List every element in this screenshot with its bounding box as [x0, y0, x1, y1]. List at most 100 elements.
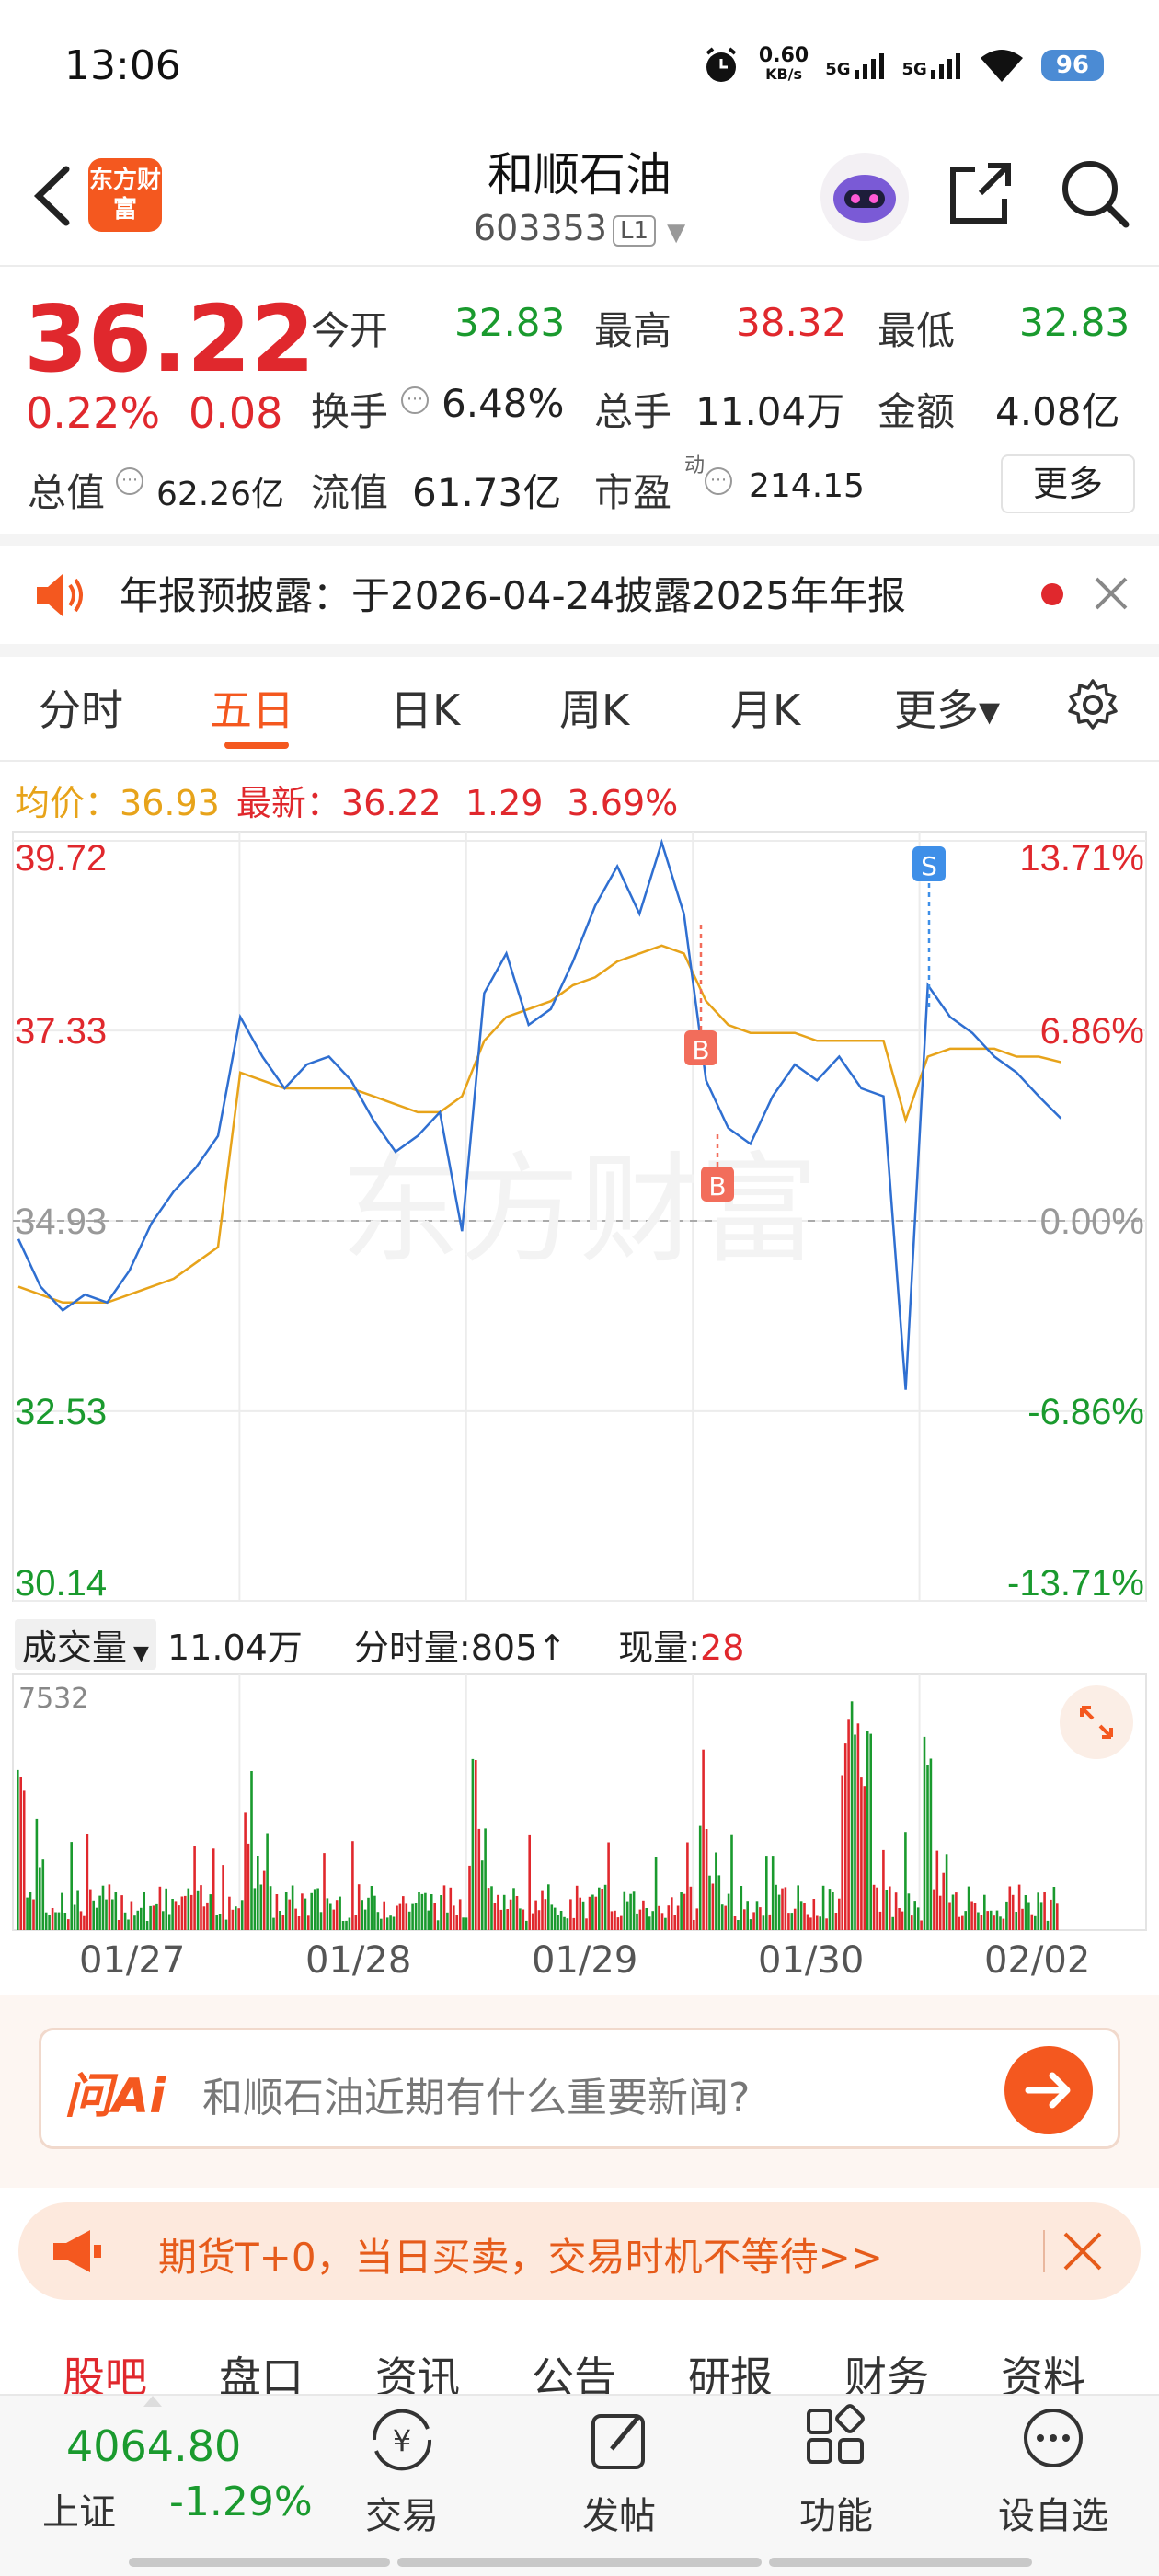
volume-bar	[335, 1900, 339, 1930]
nav-functions-label: 功能	[799, 2495, 873, 2537]
volume-bar	[117, 1920, 120, 1930]
volume-bar	[999, 1916, 1002, 1930]
volume-bar	[455, 1915, 458, 1930]
svg-text:¥: ¥	[393, 2423, 411, 2458]
volume-bar	[762, 1915, 765, 1930]
volume-bar	[638, 1909, 642, 1930]
volume-bar	[841, 1775, 843, 1930]
promo-text[interactable]: 期货T+0，当日买卖，交易时机不等待>>	[158, 2226, 883, 2283]
volume-bar	[235, 1906, 237, 1930]
volume-bar	[111, 1899, 114, 1930]
volume-bar	[1027, 1902, 1030, 1930]
mktcap-label: 总值	[28, 470, 106, 515]
tab-monthly-k[interactable]: 月K	[730, 677, 800, 738]
volume-bar	[465, 1917, 468, 1930]
volume-bar	[806, 1914, 809, 1930]
volume-bar	[933, 1889, 935, 1930]
volume-bar	[367, 1897, 370, 1930]
volume-bar	[351, 1841, 354, 1930]
volume-value: 11.04万	[695, 389, 845, 434]
volume-bar	[904, 1832, 907, 1930]
close-icon[interactable]	[1058, 2226, 1107, 2276]
info-icon[interactable]: ⋯	[116, 467, 143, 495]
volume-bar	[816, 1915, 819, 1930]
index-name[interactable]: 上证	[42, 2482, 116, 2536]
notice-text[interactable]: 年报预披露：于2026-04-24披露2025年年报	[120, 565, 906, 621]
system-nav-bar	[769, 2558, 1032, 2567]
index-change-pct[interactable]: -1.29%	[169, 2478, 313, 2525]
expand-icon[interactable]	[1060, 1685, 1133, 1759]
avg-label: 均价：	[15, 783, 120, 823]
volume-bar	[797, 1885, 799, 1930]
volume-bar	[528, 1834, 531, 1930]
arrow-right-icon[interactable]	[1004, 2046, 1093, 2134]
turnover-label: 换手	[311, 389, 389, 434]
volume-bar	[407, 1911, 411, 1930]
price-chart[interactable]: 东方财富 S B B 39.72 13.71% 37.33 6.86% 34.93 0.00%…	[0, 828, 1159, 1606]
more-button[interactable]: 更多	[1001, 454, 1135, 513]
tab-intraday[interactable]: 分时	[39, 677, 123, 738]
volume-bar	[781, 1888, 784, 1930]
volume-bar	[354, 1915, 358, 1930]
volume-bar	[380, 1918, 383, 1930]
volume-bar	[907, 1893, 911, 1930]
nav-post[interactable]: 发帖	[541, 2403, 697, 2539]
volume-bar	[257, 1856, 259, 1930]
info-icon[interactable]: ⋯	[401, 386, 429, 414]
nav-trade[interactable]: ¥ 交易	[324, 2403, 480, 2539]
share-icon[interactable]	[944, 156, 1017, 230]
ask-ai-placeholder[interactable]: 和顺石油近期有什么重要新闻?	[202, 2064, 750, 2123]
volume-bar	[224, 1919, 228, 1930]
volume-bar	[955, 1892, 958, 1930]
volume-bar	[130, 1901, 133, 1930]
volume-bar	[44, 1912, 48, 1930]
system-nav-bar	[397, 2558, 762, 2567]
volume-bar	[866, 1731, 869, 1930]
x-tick-label: 01/29	[532, 1939, 638, 1982]
alarm-icon	[706, 47, 737, 82]
volume-bar	[499, 1909, 503, 1930]
volume-bar	[689, 1886, 693, 1930]
volume-bar	[212, 1848, 215, 1930]
grid-icon	[807, 2404, 865, 2464]
volume-bar	[497, 1894, 499, 1930]
volume-bar	[341, 1921, 345, 1930]
volume-bar	[680, 1892, 683, 1930]
info-icon[interactable]: ⋯	[705, 467, 732, 495]
volume-bar	[73, 1904, 76, 1930]
volume-bar	[847, 1719, 850, 1930]
close-icon[interactable]	[1091, 570, 1131, 616]
volume-bar	[708, 1875, 711, 1930]
volume-dropdown[interactable]: 成交量 ▼	[15, 1619, 156, 1670]
volume-bar	[155, 1903, 158, 1930]
volume-chart[interactable]: 7532	[0, 1671, 1159, 1934]
volume-bar	[550, 1904, 554, 1930]
volume-bar	[411, 1903, 414, 1930]
volume-bar	[370, 1886, 373, 1930]
search-icon[interactable]	[1058, 156, 1131, 230]
gear-icon[interactable]	[1065, 677, 1120, 732]
ai-assistant-avatar[interactable]	[820, 153, 909, 241]
volume-bar	[591, 1894, 594, 1930]
nav-functions[interactable]: 功能	[758, 2403, 914, 2539]
volume-bar	[803, 1903, 806, 1930]
divider	[1043, 2230, 1045, 2272]
tab-daily-k[interactable]: 日K	[390, 677, 460, 738]
x-tick-label: 02/02	[984, 1939, 1091, 1982]
volume-bar	[1021, 1908, 1024, 1930]
index-value[interactable]: 4064.80	[66, 2421, 241, 2471]
volume-bar	[92, 1900, 95, 1930]
volume-bar	[872, 1884, 876, 1930]
volume-bar	[140, 1907, 143, 1930]
tab-more[interactable]: 更多▾	[894, 677, 1000, 738]
tab-weekly-k[interactable]: 周K	[559, 677, 629, 738]
volume-bar	[894, 1892, 898, 1930]
stock-code: 603353	[473, 208, 607, 248]
tab-five-day[interactable]: 五日	[210, 677, 294, 738]
volume-bar	[986, 1911, 989, 1930]
float-cap-value: 61.73亿	[412, 470, 562, 515]
volume-bar	[414, 1903, 418, 1930]
volume-bar	[487, 1888, 490, 1930]
nav-add-watchlist[interactable]: 设自选	[975, 2403, 1131, 2539]
volume-bar	[740, 1886, 743, 1930]
